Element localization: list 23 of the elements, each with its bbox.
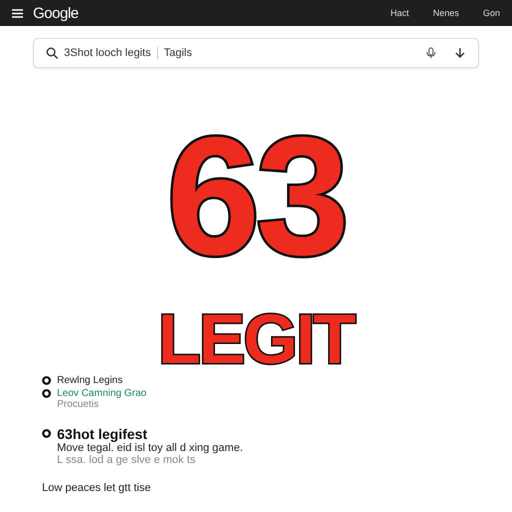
- bullet-icon: [42, 389, 51, 398]
- result-title[interactable]: Low peaces let gtt tise: [42, 482, 151, 494]
- hero-number: 63: [166, 112, 346, 280]
- result-title[interactable]: Rewlng Legins: [57, 375, 123, 386]
- result-title[interactable]: Leov Camning Grao: [57, 388, 146, 399]
- header-link[interactable]: Nenes: [432, 8, 459, 18]
- mic-icon[interactable]: [426, 47, 436, 59]
- hero-title: LEGIT: [158, 304, 354, 374]
- result-snippet: Move tegal. eid isl toy all d xing game.: [57, 442, 243, 454]
- result-snippet: L ssa. lod a ge slve e mok ts: [57, 454, 196, 466]
- header-link[interactable]: Hact: [390, 8, 409, 18]
- search-text: 3Shot looch legits: [64, 47, 151, 59]
- bullet-icon: [42, 429, 51, 438]
- menu-icon[interactable]: [12, 8, 23, 18]
- result-title[interactable]: 63hot legifest: [57, 426, 243, 442]
- bullet-icon: [42, 376, 51, 385]
- header-link[interactable]: Gon: [482, 8, 500, 18]
- arrow-down-icon[interactable]: [454, 47, 466, 59]
- search-text: Tagils: [164, 47, 192, 59]
- search-field[interactable]: 3Shot looch legits Tagils: [33, 38, 479, 68]
- result-subtitle: Procuetis: [57, 399, 100, 410]
- logo[interactable]: Google: [33, 4, 78, 22]
- search-icon: [46, 47, 58, 59]
